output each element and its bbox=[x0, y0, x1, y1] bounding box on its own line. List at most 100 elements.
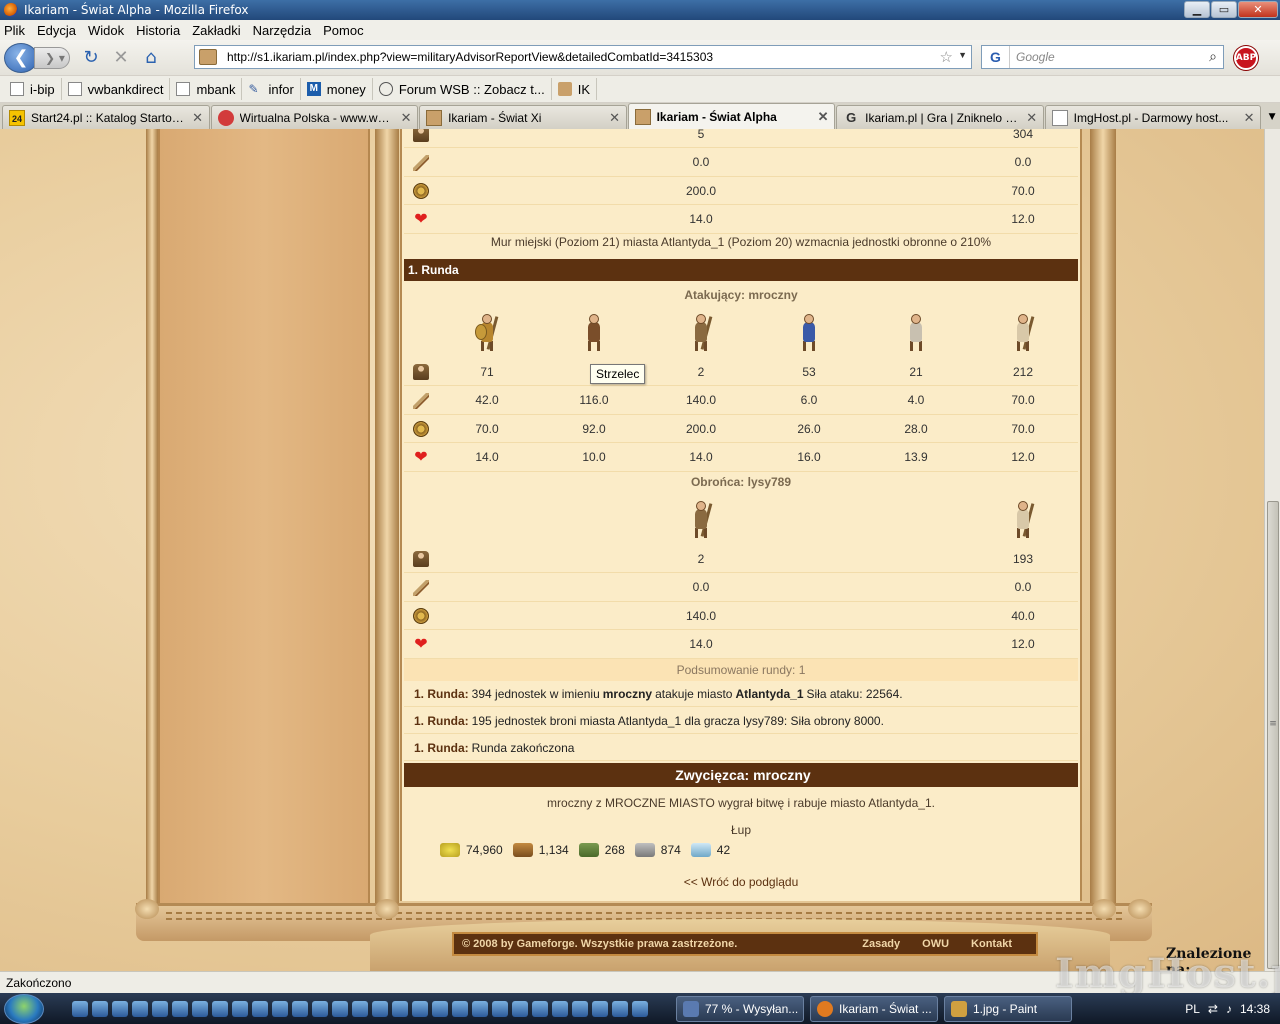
quick-launch-icon[interactable] bbox=[252, 1000, 268, 1017]
quick-launch-icon[interactable] bbox=[392, 1000, 408, 1017]
network-icon[interactable]: ⇄ bbox=[1208, 1002, 1218, 1016]
quick-launch-icon[interactable] bbox=[192, 1000, 208, 1017]
bookmark-ik[interactable]: IK bbox=[552, 78, 598, 100]
start-button[interactable] bbox=[4, 993, 44, 1024]
tab-wirtualna-polska[interactable]: Wirtualna Polska - www.wp.... ✕ bbox=[210, 105, 419, 129]
quick-launch-icon[interactable] bbox=[352, 1000, 368, 1017]
quick-launch-icon[interactable] bbox=[532, 1000, 548, 1017]
menu-narzedzia[interactable]: Narzędzia bbox=[253, 23, 312, 38]
bookmark-forum-wsb[interactable]: Forum WSB :: Zobacz t... bbox=[373, 78, 552, 100]
quick-launch-icon[interactable] bbox=[492, 1000, 508, 1017]
archer-icon[interactable] bbox=[576, 312, 612, 352]
footer-link-kontakt[interactable]: Kontakt bbox=[971, 938, 1012, 950]
quick-launch-icon[interactable] bbox=[212, 1000, 228, 1017]
quick-launch-icon[interactable] bbox=[132, 1000, 148, 1017]
vertical-scrollbar[interactable]: ≡ bbox=[1264, 129, 1280, 971]
close-tab-icon[interactable]: ✕ bbox=[816, 109, 830, 125]
quick-launch-icon[interactable] bbox=[72, 1000, 88, 1017]
quick-launch-icon[interactable] bbox=[332, 1000, 348, 1017]
url-bar[interactable]: http://s1.ikariam.pl/index.php?view=mili… bbox=[194, 45, 972, 69]
bookmarks-bar: i-bip vwbankdirect mbank ✎ infor Mmoney F… bbox=[0, 76, 1280, 102]
adblock-plus-icon[interactable]: ABP bbox=[1234, 46, 1258, 70]
url-dropdown-icon[interactable]: ▼ bbox=[958, 50, 967, 60]
menu-zakladki[interactable]: Zakładki bbox=[192, 23, 240, 38]
bookmark-money[interactable]: Mmoney bbox=[301, 78, 373, 100]
stat-value: 40.0 bbox=[1011, 608, 1035, 623]
tab-ikariam-alpha[interactable]: Ikariam - Świat Alpha ✕ bbox=[627, 103, 836, 129]
tool-icon: ✎ bbox=[248, 82, 259, 96]
doctor-icon[interactable] bbox=[898, 312, 934, 352]
bookmark-mbank[interactable]: mbank bbox=[170, 78, 243, 100]
quick-launch-icon[interactable] bbox=[312, 1000, 328, 1017]
quick-launch-icon[interactable] bbox=[472, 1000, 488, 1017]
tab-ikariam-xi[interactable]: Ikariam - Świat Xi ✕ bbox=[419, 105, 627, 129]
quick-launch-icon[interactable] bbox=[292, 1000, 308, 1017]
menu-historia[interactable]: Historia bbox=[136, 23, 180, 38]
quick-launch-icon[interactable] bbox=[552, 1000, 568, 1017]
tab-ikariam-gra[interactable]: G Ikariam.pl | Gra | Zniknelo m... ✕ bbox=[836, 105, 1044, 129]
minimize-button[interactable]: ▁ bbox=[1184, 1, 1210, 18]
hoplite-icon[interactable] bbox=[469, 312, 505, 352]
quick-launch-icon[interactable] bbox=[112, 1000, 128, 1017]
quick-launch-icon[interactable] bbox=[452, 1000, 468, 1017]
home-button[interactable]: ⌂ bbox=[136, 43, 166, 73]
cook-icon[interactable] bbox=[791, 312, 827, 352]
menu-widok[interactable]: Widok bbox=[88, 23, 124, 38]
ram-icon[interactable] bbox=[683, 499, 719, 539]
tab-imghost[interactable]: ImgHost.pl - Darmowy host... ✕ bbox=[1044, 105, 1262, 129]
quick-launch-icon[interactable] bbox=[572, 1000, 588, 1017]
reload-button[interactable]: ↻ bbox=[76, 43, 106, 73]
close-tab-icon[interactable]: ✕ bbox=[1025, 110, 1039, 126]
stat-value: 0.0 bbox=[1014, 580, 1032, 594]
taskbar-button-upload[interactable]: 77 % - Wysyłan... bbox=[676, 995, 804, 1022]
quick-launch-icon[interactable] bbox=[612, 1000, 628, 1017]
quick-launch-icon[interactable] bbox=[232, 1000, 248, 1017]
quick-launch-icon[interactable] bbox=[92, 1000, 108, 1017]
quick-launch-icon[interactable] bbox=[632, 1000, 648, 1017]
close-tab-icon[interactable]: ✕ bbox=[608, 110, 622, 126]
quick-launch-icon[interactable] bbox=[412, 1000, 428, 1017]
taskbar-button-firefox[interactable]: Ikariam - Świat ... bbox=[810, 995, 938, 1022]
footer-link-owu[interactable]: OWU bbox=[922, 938, 949, 950]
bookmark-vwbankdirect[interactable]: vwbankdirect bbox=[62, 78, 171, 100]
close-tab-icon[interactable]: ✕ bbox=[1242, 110, 1256, 126]
quick-launch-icon[interactable] bbox=[152, 1000, 168, 1017]
stop-button[interactable]: ✕ bbox=[106, 43, 136, 73]
menu-pomoc[interactable]: Pomoc bbox=[323, 23, 363, 38]
quick-launch-icon[interactable] bbox=[592, 1000, 608, 1017]
footer-link-zasady[interactable]: Zasady bbox=[862, 938, 900, 950]
stat-value: 0.0 bbox=[692, 155, 710, 169]
back-button[interactable]: ❮ bbox=[4, 42, 38, 73]
tab-start24[interactable]: 24 Start24.pl :: Katalog Startow... ✕ bbox=[2, 105, 210, 129]
menu-plik[interactable]: Plik bbox=[4, 23, 25, 38]
close-window-button[interactable]: ✕ bbox=[1238, 1, 1278, 18]
swordsman-icon[interactable] bbox=[1005, 312, 1041, 352]
stat-row-attack: 0.0 0.0 bbox=[404, 574, 1078, 602]
clock[interactable]: 14:38 bbox=[1240, 1002, 1270, 1016]
back-to-overview-link[interactable]: << Wróć do podglądu bbox=[404, 875, 1078, 889]
search-icon[interactable]: ⌕ bbox=[1209, 48, 1217, 65]
bookmark-star-icon[interactable]: ☆ bbox=[940, 48, 953, 66]
quick-launch-icon[interactable] bbox=[272, 1000, 288, 1017]
bookmark-i-bip[interactable]: i-bip bbox=[4, 78, 62, 100]
menu-edycja[interactable]: Edycja bbox=[37, 23, 76, 38]
quick-launch-icon[interactable] bbox=[512, 1000, 528, 1017]
scrollbar-thumb[interactable] bbox=[1267, 501, 1279, 969]
close-tab-icon[interactable]: ✕ bbox=[399, 110, 413, 126]
swordsman-icon[interactable] bbox=[1005, 499, 1041, 539]
ram-icon[interactable] bbox=[683, 312, 719, 352]
language-indicator[interactable]: PL bbox=[1185, 1002, 1200, 1016]
volume-icon[interactable]: ♪ bbox=[1226, 1002, 1232, 1016]
close-tab-icon[interactable]: ✕ bbox=[191, 110, 205, 126]
search-engine-icon[interactable]: G bbox=[982, 46, 1010, 68]
forward-button[interactable]: ❯ ▾ bbox=[34, 46, 70, 69]
search-box[interactable]: G Google ⌕ bbox=[981, 45, 1224, 69]
maximize-button[interactable]: ▭ bbox=[1211, 1, 1237, 18]
taskbar-button-paint[interactable]: 1.jpg - Paint bbox=[944, 995, 1072, 1022]
quick-launch-icon[interactable] bbox=[432, 1000, 448, 1017]
bookmark-infor[interactable]: ✎ infor bbox=[242, 78, 301, 100]
tab-list-button[interactable]: ▼ bbox=[1264, 105, 1280, 129]
quick-launch-icon[interactable] bbox=[372, 1000, 388, 1017]
quick-launch-icon[interactable] bbox=[172, 1000, 188, 1017]
stat-row-units: 71 2 53 21 212 bbox=[404, 358, 1078, 386]
